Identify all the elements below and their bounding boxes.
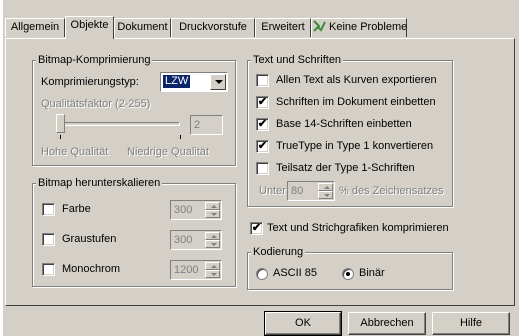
ascii85-radio[interactable] [256,268,268,280]
arrow-down-icon [211,243,217,246]
percent-charset-label: % des Zeichensatzes [339,185,444,197]
compress-text-checkbox[interactable]: ✔ [250,222,263,235]
spin-down-button[interactable] [205,270,220,278]
text-fonts-title: Text und Schriften [251,54,344,67]
embed-fonts-checkbox[interactable]: ✔ [256,96,269,109]
grayscale-resolution-field[interactable]: 300 [170,230,222,250]
embed-fonts-label: Schriften im Dokument einbetten [276,96,436,108]
ok-button[interactable]: OK [264,311,342,336]
warning-check-icon [312,19,326,39]
tab-label: Allgemein [10,21,60,33]
compression-type-select[interactable]: LZW [160,72,228,92]
help-button[interactable]: Hilfe [432,312,510,335]
truetype-to-type1-label: TrueType in Type 1 konvertieren [276,140,434,152]
compress-text-label: Text und Strichgrafiken komprimieren [267,222,449,234]
arrow-up-icon [211,235,217,238]
grayscale-resolution-value: 300 [174,234,193,246]
monochrome-checkbox[interactable] [42,263,55,276]
compression-type-label: Komprimierungstyp: [41,76,139,88]
spin-up-button[interactable] [318,183,333,191]
tab-dokument[interactable]: Dokument [114,18,171,37]
subset-type1-label: Teilsatz der Type 1-Schriften [276,162,415,174]
embed-base14-label: Base 14-Schriften einbetten [276,118,412,130]
subset-type1-checkbox[interactable] [256,162,269,175]
tab-label: Objekte [70,19,109,31]
quality-factor-value: 2 [194,119,201,131]
checkmark-icon: ✔ [257,118,268,130]
checkmark-icon: ✔ [257,96,268,108]
spin-down-button[interactable] [205,240,220,248]
text-as-curves-label: Allen Text als Kurven exportieren [276,74,437,86]
quality-factor-label: Qualitätsfaktor (2-255) [41,98,151,110]
quality-slider-track[interactable] [60,122,180,126]
monochrome-resolution-value: 1200 [174,264,199,276]
spin-down-button[interactable] [205,210,220,218]
dropdown-button[interactable] [210,74,226,90]
arrow-up-icon [211,265,217,268]
tab-erweitert[interactable]: Erweitert [255,18,311,37]
bitmap-compression-title: Bitmap-Komprimierung [36,54,153,67]
color-label: Farbe [62,203,91,215]
grayscale-checkbox[interactable] [42,233,55,246]
slider-tick [60,135,61,139]
tab-label: Keine Probleme [329,21,408,33]
cancel-button[interactable]: Abbrechen [348,312,426,335]
under-label: Unter [259,185,286,197]
subset-threshold-value: 80 [291,185,304,197]
binary-radio[interactable] [342,268,354,280]
pdf-settings-dialog: Allgemein Objekte Dokument Druckvorstufe… [3,0,519,336]
ascii85-label: ASCII 85 [273,267,318,279]
truetype-to-type1-checkbox[interactable]: ✔ [256,140,269,153]
checkmark-icon: ✔ [251,222,262,234]
high-quality-label: Hohe Qualität [41,146,109,158]
checkmark-icon: ✔ [257,140,268,152]
spin-up-button[interactable] [205,202,220,210]
arrow-up-icon [324,186,330,189]
chevron-down-icon [215,80,223,84]
subset-threshold-field[interactable]: 80 [287,181,335,201]
quality-slider-thumb[interactable] [56,114,65,133]
color-resolution-field[interactable]: 300 [170,200,222,220]
spin-up-button[interactable] [205,232,220,240]
binary-label: Binär [359,267,385,279]
tab-label: Dokument [117,21,168,33]
monochrome-label: Monochrom [62,263,121,275]
monochrome-resolution-field[interactable]: 1200 [170,260,222,280]
tab-allgemein[interactable]: Allgemein [5,18,65,37]
tab-label: Erweitert [261,21,305,33]
text-as-curves-checkbox[interactable] [256,74,269,87]
tab-keine-probleme[interactable]: Keine Probleme [311,18,407,37]
embed-base14-checkbox[interactable]: ✔ [256,118,269,131]
grayscale-label: Graustufen [62,233,117,245]
slider-tick [180,135,181,139]
bitmap-downsample-title: Bitmap herunterskalieren [36,177,163,190]
arrow-down-icon [324,194,330,197]
color-checkbox[interactable] [42,203,55,216]
arrow-down-icon [211,213,217,216]
tab-objekte[interactable]: Objekte [65,16,114,39]
arrow-up-icon [211,205,217,208]
encoding-title: Kodierung [251,246,306,259]
arrow-down-icon [211,273,217,276]
tab-druckvorstufe[interactable]: Druckvorstufe [171,18,255,37]
spin-up-button[interactable] [205,262,220,270]
compression-type-value: LZW [163,75,191,88]
quality-factor-field[interactable]: 2 [190,115,223,135]
low-quality-label: Niedrige Qualität [127,146,209,158]
spin-down-button[interactable] [318,191,333,199]
tab-label: Druckvorstufe [179,21,247,33]
radio-dot [346,272,350,276]
color-resolution-value: 300 [174,204,193,216]
